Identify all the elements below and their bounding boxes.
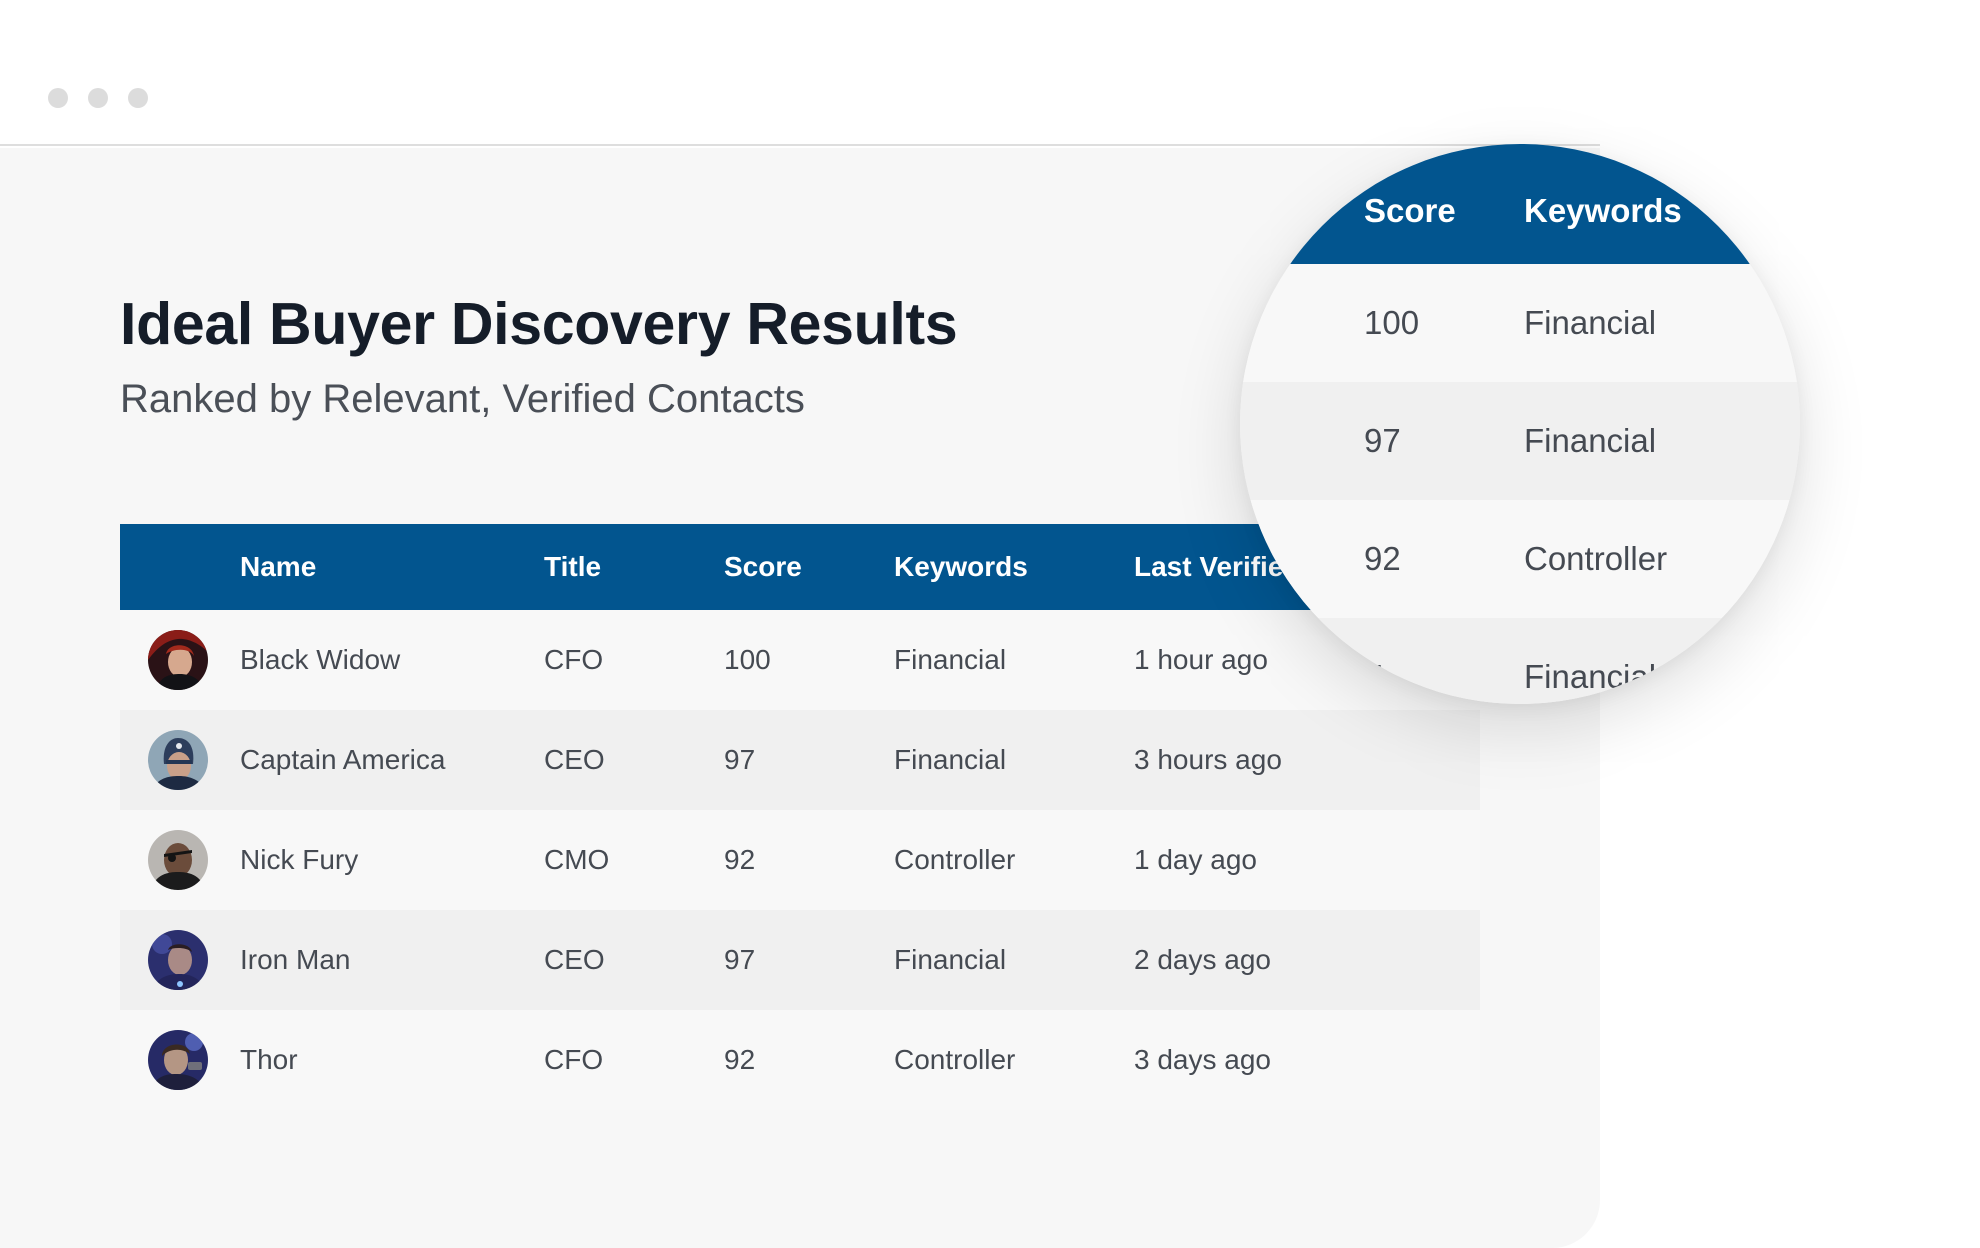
cell-score: 100	[724, 644, 771, 675]
cell-name: Iron Man	[240, 944, 351, 975]
magnifier-cell-keywords: Financial	[1524, 304, 1657, 341]
magnifier-row: 100 Financial	[1240, 264, 1800, 382]
table-row[interactable]: Nick Fury CMO 92 Controller 1 day ago	[120, 810, 1480, 910]
avatar	[148, 630, 208, 690]
magnifier-cell-score: 7	[1364, 658, 1383, 695]
page-title: Ideal Buyer Discovery Results	[120, 291, 958, 357]
magnifier-row: 7 Financial	[1240, 618, 1800, 704]
table-row[interactable]: Captain America CEO 97 Financial 3 hours…	[120, 710, 1480, 810]
cell-title: CMO	[544, 844, 610, 875]
cell-keywords: Controller	[894, 844, 1016, 875]
page-subtitle: Ranked by Relevant, Verified Contacts	[120, 377, 805, 421]
magnifier-cell-keywords: Controller	[1524, 540, 1668, 577]
cell-title: CEO	[544, 944, 605, 975]
table-row[interactable]: Thor CFO 92 Controller 3 days ago	[120, 1010, 1480, 1110]
cell-keywords: Controller	[894, 1044, 1016, 1075]
table-row[interactable]: Iron Man CEO 97 Financial 2 days ago	[120, 910, 1480, 1010]
column-header-title[interactable]: Title	[544, 524, 601, 610]
cell-name: Captain America	[240, 744, 446, 775]
magnifier-header: Score Keywords	[1240, 144, 1800, 264]
avatar	[148, 1030, 208, 1090]
window-control-dot[interactable]	[88, 88, 108, 108]
column-header-score[interactable]: Score	[724, 524, 802, 610]
cell-keywords: Financial	[894, 944, 1007, 975]
cell-keywords: Financial	[894, 644, 1007, 675]
magnifier-row: 92 Controller	[1240, 500, 1800, 618]
cell-title: CFO	[544, 1044, 604, 1075]
cell-last-verified: 1 day ago	[1134, 844, 1257, 875]
cell-score: 92	[724, 1044, 756, 1075]
cell-name: Black Widow	[240, 644, 401, 675]
cell-keywords: Financial	[894, 744, 1007, 775]
cell-score: 97	[724, 744, 756, 775]
window-titlebar	[0, 0, 1600, 146]
avatar	[148, 730, 208, 790]
cell-last-verified: 3 hours ago	[1134, 744, 1282, 775]
magnifier-cell-score: 100	[1364, 304, 1420, 341]
cell-title: CEO	[544, 744, 605, 775]
cell-score: 92	[724, 844, 756, 875]
magnifier-cell-keywords: Financial	[1524, 658, 1657, 695]
magnifier-cell-keywords: Financial	[1524, 422, 1657, 459]
page: Ideal Buyer Discovery Results Ranked by …	[0, 0, 1980, 1248]
cell-name: Thor	[240, 1044, 298, 1075]
magnifier-lens: Score Keywords 100 Financial 97 Financia…	[1240, 144, 1800, 704]
column-header-name[interactable]: Name	[240, 524, 316, 610]
magnifier-row: 97 Financial	[1240, 382, 1800, 500]
magnifier-cell-score: 97	[1364, 422, 1401, 459]
cell-last-verified: 3 days ago	[1134, 1044, 1271, 1075]
window-control-dot[interactable]	[48, 88, 68, 108]
magnifier-cell-score: 92	[1364, 540, 1401, 577]
cell-last-verified: 2 days ago	[1134, 944, 1271, 975]
magnifier-column-header-keywords: Keywords	[1524, 192, 1682, 229]
window-control-dot[interactable]	[128, 88, 148, 108]
avatar	[148, 930, 208, 990]
cell-title: CFO	[544, 644, 604, 675]
cell-score: 97	[724, 944, 756, 975]
column-header-keywords[interactable]: Keywords	[894, 524, 1028, 610]
cell-name: Nick Fury	[240, 844, 359, 875]
magnifier-column-header-score: Score	[1364, 192, 1456, 229]
avatar	[148, 830, 208, 890]
